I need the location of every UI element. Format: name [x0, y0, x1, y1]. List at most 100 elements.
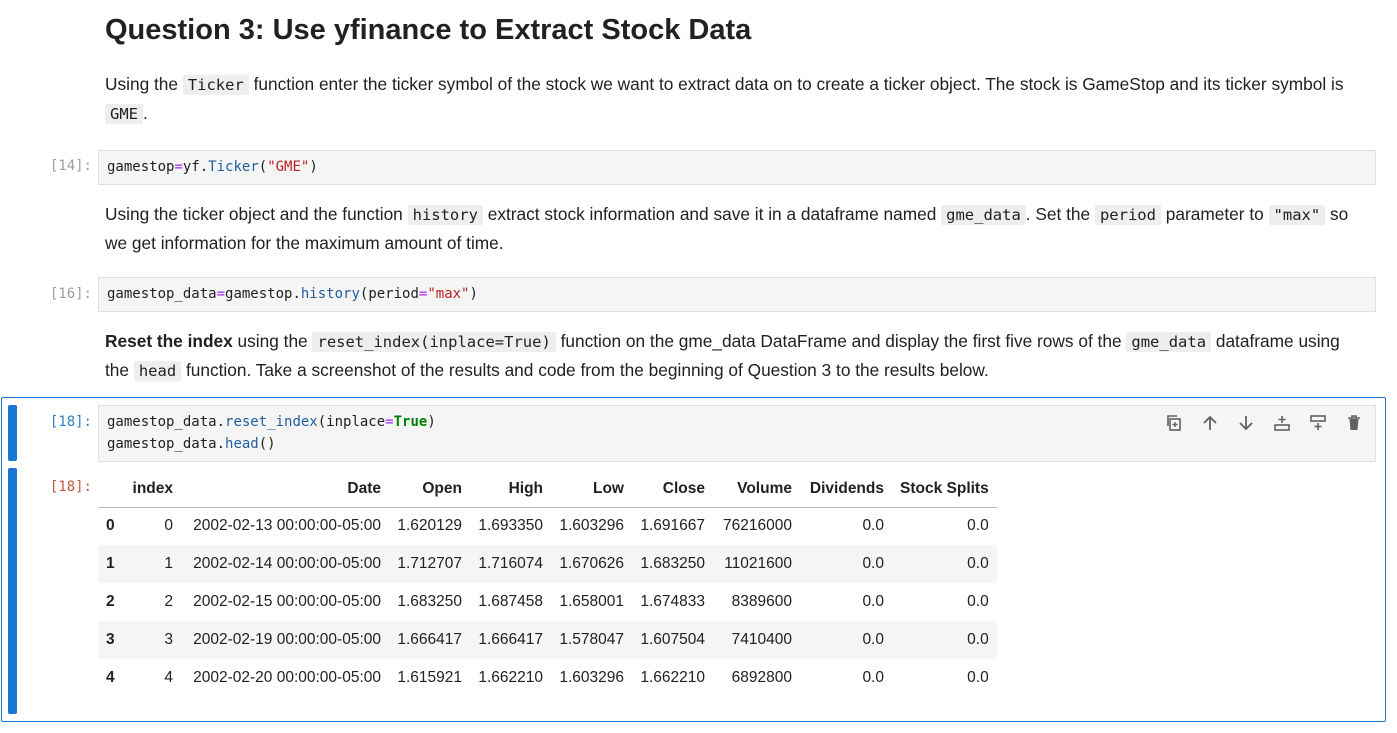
markdown-cell-reset-index[interactable]: Reset the index using the reset_index(in…	[105, 327, 1367, 385]
column-header: Close	[632, 471, 713, 508]
table-cell: 2002-02-15 00:00:00-05:00	[193, 593, 381, 610]
table-row: 4 4 2002-02-20 00:00:00-05:00 1.615921 1…	[98, 659, 997, 697]
inline-code: GME	[105, 104, 143, 124]
row-index: 3	[106, 631, 115, 648]
table-cell: 1.666417	[397, 631, 462, 648]
input-prompt-14: [14]:	[49, 158, 92, 174]
table-cell: 1.658001	[559, 593, 624, 610]
column-header	[98, 471, 123, 508]
inline-code: Ticker	[182, 75, 249, 95]
table-cell: 1.693350	[478, 517, 543, 535]
output-collapser[interactable]	[8, 468, 17, 714]
row-index: 2	[106, 593, 115, 610]
inline-code: gme_data	[1126, 332, 1212, 352]
table-cell: 1.615921	[397, 669, 462, 686]
instruction-paragraph-1: Using the Ticker function enter the tick…	[105, 74, 1344, 124]
table-cell: 1.620129	[397, 517, 462, 535]
input-prompt-16: [16]:	[49, 286, 92, 302]
markdown-cell-history[interactable]: Using the ticker object and the function…	[105, 200, 1367, 257]
table-cell: 0.0	[967, 517, 989, 535]
instruction-paragraph-3: Reset the index using the reset_index(in…	[105, 331, 1340, 381]
inline-code: reset_index(inplace=True)	[312, 332, 556, 352]
table-cell: 1.603296	[559, 517, 624, 535]
move-down-button[interactable]	[1234, 411, 1258, 435]
table-cell: 1.603296	[559, 669, 624, 686]
table-cell: 1.578047	[559, 631, 624, 648]
table-cell: 3	[164, 631, 173, 648]
cell-toolbar	[1162, 411, 1366, 435]
table-cell: 1.716074	[478, 555, 543, 572]
row-index: 0	[106, 517, 115, 535]
question-heading: Question 3: Use yfinance to Extract Stoc…	[105, 14, 752, 46]
table-cell: 1.683250	[640, 555, 705, 572]
table-cell: 0.0	[967, 669, 989, 686]
table-cell: 0.0	[967, 593, 989, 610]
table-cell: 7410400	[731, 631, 792, 648]
code-editor-16[interactable]: gamestop_data=gamestop.history(period="m…	[98, 277, 1376, 312]
table-cell: 0.0	[967, 555, 989, 572]
dataframe-output: index Date Open High Low Close Volume Di…	[98, 471, 997, 697]
column-header: Dividends	[800, 471, 892, 508]
column-header: Low	[551, 471, 632, 508]
code-editor-14[interactable]: gamestop=yf.Ticker("GME")	[98, 150, 1376, 185]
table-cell: 76216000	[723, 517, 792, 535]
table-cell: 1.683250	[397, 593, 462, 610]
table-cell: 1.662210	[478, 669, 543, 686]
table-cell: 8389600	[731, 593, 792, 610]
column-header: Volume	[713, 471, 800, 508]
arrow-down-icon	[1239, 416, 1253, 431]
table-row: 2 2 2002-02-15 00:00:00-05:00 1.683250 1…	[98, 583, 997, 621]
table-cell: 1.687458	[478, 593, 543, 610]
table-cell: 0.0	[862, 555, 884, 572]
table-cell: 1.662210	[640, 669, 705, 686]
table-cell: 1.691667	[640, 517, 705, 535]
inline-code: history	[407, 205, 483, 225]
table-cell: 0.0	[862, 517, 884, 535]
insert-below-button[interactable]	[1306, 411, 1330, 435]
table-cell: 1.670626	[559, 555, 624, 572]
table-cell: 1.674833	[640, 593, 705, 610]
table-cell: 0.0	[862, 631, 884, 648]
table-cell: 2	[164, 593, 173, 610]
table-cell: 1.607504	[640, 631, 705, 648]
column-header: Open	[389, 471, 470, 508]
duplicate-cell-button[interactable]	[1162, 411, 1186, 435]
table-cell: 0	[164, 517, 173, 535]
table-cell: 0.0	[862, 593, 884, 610]
inline-code: head	[133, 361, 182, 381]
table-row: 1 1 2002-02-14 00:00:00-05:00 1.712707 1…	[98, 545, 997, 583]
output-prompt-18: [18]:	[49, 479, 92, 495]
trash-icon	[1348, 415, 1360, 430]
move-up-button[interactable]	[1198, 411, 1222, 435]
table-header: index Date Open High Low Close Volume Di…	[98, 471, 997, 508]
table-cell: 0.0	[862, 669, 884, 686]
row-index: 4	[106, 669, 115, 686]
table-cell: 1.712707	[397, 555, 462, 572]
inline-code: "max"	[1268, 205, 1326, 225]
column-header: Stock Splits	[892, 471, 997, 508]
arrow-up-icon	[1203, 415, 1217, 430]
column-header: Date	[181, 471, 389, 508]
table-cell: 11021600	[724, 555, 792, 572]
column-header: High	[470, 471, 551, 508]
table-cell: 4	[164, 669, 173, 686]
table-cell: 2002-02-14 00:00:00-05:00	[193, 555, 381, 572]
insert-below-icon	[1310, 415, 1326, 430]
table-row: 0 0 2002-02-13 00:00:00-05:00 1.620129 1…	[98, 507, 997, 545]
table-cell: 1.666417	[478, 631, 543, 648]
markdown-cell-question3[interactable]: Question 3: Use yfinance to Extract Stoc…	[105, 12, 1367, 128]
insert-above-button[interactable]	[1270, 411, 1294, 435]
inline-code: gme_data	[941, 205, 1026, 225]
delete-cell-button[interactable]	[1342, 411, 1366, 435]
table-cell: 6892800	[731, 669, 792, 686]
table-cell: 2002-02-19 00:00:00-05:00	[193, 631, 381, 648]
column-header: index	[123, 471, 181, 508]
table-row: 3 3 2002-02-19 00:00:00-05:00 1.666417 1…	[98, 621, 997, 659]
table-cell: 2002-02-13 00:00:00-05:00	[193, 517, 381, 535]
table-cell: 1	[164, 555, 173, 572]
instruction-paragraph-2: Using the ticker object and the function…	[105, 204, 1349, 253]
copy-icon	[1167, 415, 1181, 431]
table-cell: 0.0	[967, 631, 989, 648]
input-prompt-18: [18]:	[49, 414, 92, 430]
row-index: 1	[106, 555, 115, 572]
